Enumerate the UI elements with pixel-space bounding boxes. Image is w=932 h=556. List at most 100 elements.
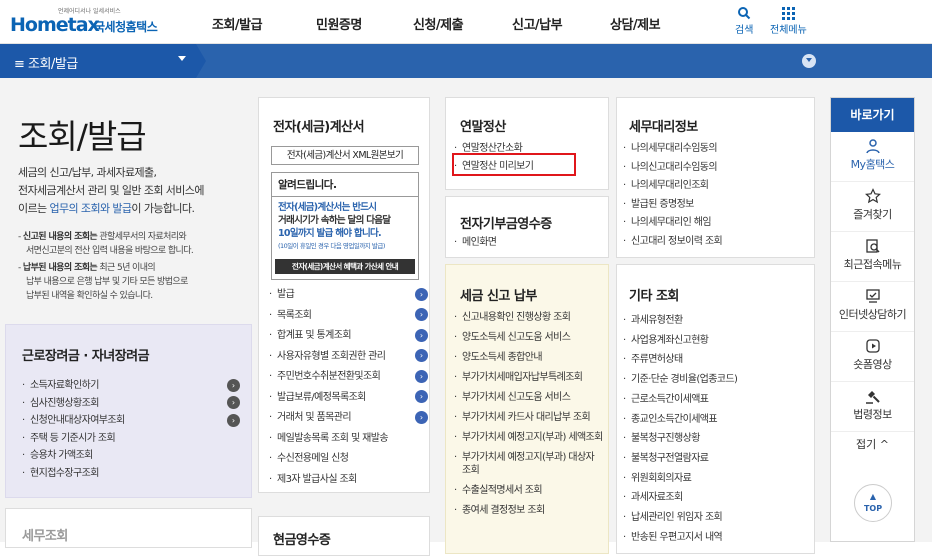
arrow-right-icon[interactable]: › (415, 390, 428, 403)
quick-shorts-video[interactable]: 숏폼영상 (831, 338, 914, 382)
earned-income-list: 소득자료확인하기 심사진행상황조회 신청안내대상자여부조회 주택 등 기준시가 … (20, 377, 125, 482)
list-item[interactable]: 현지접수장구조회 (20, 465, 125, 483)
list-item[interactable]: 사용자유형별 조회권한 관리 (267, 347, 427, 368)
gnb-apply[interactable]: 신청/제출 (413, 14, 464, 33)
person-icon (865, 139, 880, 154)
list-item[interactable]: 사업용계좌신고현황 (621, 331, 737, 351)
list-item[interactable]: 주류면허상태 (621, 350, 737, 370)
list-item[interactable]: 납세관리인 위임자 조회 (621, 508, 737, 528)
expand-toggle-icon[interactable] (802, 54, 816, 68)
list-item[interactable]: 신청안내대상자여부조회 (20, 412, 125, 430)
list-item[interactable]: 승용차 가액조회 (20, 447, 125, 465)
tax-agent-list: 나의세무대리수임동의 나의신고대리수임동의 나의세무대리인조회 발급된 증명정보… (621, 140, 723, 252)
list-item[interactable]: 과세자료조회 (621, 488, 737, 508)
quick-recent-menu[interactable]: 최근접속메뉴 (831, 238, 914, 282)
list-item[interactable]: 목록조회 (267, 306, 427, 327)
list-item[interactable]: 부가가치세 신고도움 서비스 (452, 391, 604, 404)
all-menu-label: 전체메뉴 (770, 25, 807, 36)
arrow-right-icon[interactable]: › (227, 414, 240, 427)
arrow-right-icon[interactable]: › (415, 288, 428, 301)
quick-my-hometax[interactable]: My홈택스 (831, 138, 914, 182)
list-item[interactable]: 반송된 우편고지서 내역 (621, 528, 737, 548)
list-item[interactable]: 나의세무대리인조회 (621, 177, 722, 196)
logo-korean: 국세청홈택스 (94, 20, 158, 34)
list-item[interactable]: 발급보류/예정목록조회 (267, 388, 427, 409)
penalty-guide-banner[interactable]: 전자(세금)계산서 혜택과 가산세 안내 (275, 259, 415, 274)
donation-title: 전자기부금영수증 (460, 217, 552, 232)
list-item[interactable]: 메일발송목록 조회 및 재발송 (267, 429, 427, 450)
list-item[interactable]: 종교인소득간이세액표 (621, 410, 737, 430)
tax-report-title: 세금 신고 납부 (460, 289, 537, 304)
donation-list: 메인화면 (452, 235, 497, 251)
list-item[interactable]: 수출실적명세서 조회 (452, 484, 604, 497)
list-item[interactable]: 주택 등 기준시가 조회 (20, 430, 125, 448)
other-inquiry-title: 기타 조회 (629, 289, 679, 304)
list-item[interactable]: 주민번호수취분전환및조회 (267, 367, 427, 388)
list-item[interactable]: 거래처 및 품목관리 (267, 408, 427, 429)
list-item[interactable]: 불복청구전열람자료 (621, 449, 737, 469)
list-item[interactable]: 종여세 결정정보 조회 (452, 504, 604, 517)
list-item[interactable]: 부가가치세 예정고지(부과) 대상자 조회 (452, 451, 604, 477)
gnb-certificate[interactable]: 민원증명 (316, 14, 362, 33)
list-item[interactable]: 소득자료확인하기 (20, 377, 125, 395)
star-icon (864, 188, 881, 204)
arrow-up-icon: ▲ (869, 492, 877, 501)
list-item[interactable]: 근로소득간이세액표 (621, 390, 737, 410)
location-dropdown[interactable]: ≡ 조회/발급 (0, 44, 196, 78)
hometax-logo[interactable]: 언제어디서나 일세서비스 Hometax 국세청홈택스 (10, 6, 160, 38)
list-item[interactable]: 부가가치세매입자납부특례조회 (452, 371, 604, 384)
xml-view-button[interactable]: 전자(세금)계산서 XML원본보기 (271, 146, 419, 165)
quick-favorites[interactable]: 즐겨찾기 (831, 188, 914, 232)
list-item[interactable]: 부가가치세 예정고지(부과) 세액조회 (452, 431, 604, 444)
list-item[interactable]: 수신전용메일 신청 (267, 449, 427, 470)
list-item[interactable]: 불복청구진행상황 (621, 429, 737, 449)
arrow-right-icon[interactable]: › (415, 329, 428, 342)
gnb-report-pay[interactable]: 신고/납부 (512, 14, 563, 33)
grid-menu-icon (782, 7, 796, 20)
scroll-top-button[interactable]: ▲ TOP (854, 484, 892, 522)
gnb-consult[interactable]: 상담/제보 (610, 14, 661, 33)
quick-law-info[interactable]: 법령정보 (831, 388, 914, 432)
list-item[interactable]: 양도소득세 신고도움 서비스 (452, 331, 604, 344)
list-item[interactable]: 양도소득세 종합안내 (452, 351, 604, 364)
all-menu-button[interactable]: 전체메뉴 (770, 6, 807, 36)
caret-down-icon (178, 56, 186, 61)
arrow-right-icon[interactable]: › (415, 308, 428, 321)
search-label: 검색 (735, 25, 754, 36)
e-invoice-title: 전자(세금)계산서 (273, 120, 365, 135)
list-item[interactable]: 나의세무대리수임동의 (621, 140, 722, 159)
list-item[interactable]: 과세유형전환 (621, 311, 737, 331)
arrow-right-icon[interactable]: › (227, 379, 240, 392)
arrow-right-icon[interactable]: › (227, 396, 240, 409)
list-item[interactable]: 합계표 및 통계조회 (267, 326, 427, 347)
notice-small: (10일이 휴일인 경우 다음 영업일까지 발급) (278, 242, 385, 250)
bar-arrow-shape (196, 44, 206, 78)
tax-agent-title: 세무대리정보 (629, 120, 698, 135)
arrow-right-icon[interactable]: › (415, 370, 428, 383)
list-item[interactable]: 신고내용확인 진행상황 조회 (452, 311, 604, 324)
arrow-right-icon[interactable]: › (415, 349, 428, 362)
list-item[interactable]: 나의세무대리인 해임 (621, 214, 722, 233)
list-item[interactable]: 발급 (267, 285, 427, 306)
chevron-up-icon: ^ (876, 438, 889, 451)
other-inquiry-card: 기타 조회 과세유형전환 사업용계좌신고현황 주류면허상태 기준·단순 경비율(… (616, 264, 815, 554)
list-item[interactable]: 발급된 증명정보 (621, 196, 722, 215)
donation-card: 전자기부금영수증 메인화면 (445, 196, 609, 258)
quick-online-consult[interactable]: 인터넷상담하기 (831, 288, 914, 332)
notice-title: 알려드립니다. (272, 173, 418, 197)
arrow-right-icon[interactable]: › (415, 411, 428, 424)
list-item[interactable]: 위원회회의자료 (621, 469, 737, 489)
gnb-inquiry[interactable]: 조회/발급 (212, 14, 263, 33)
intro-section: 조회/발급 세금의 신고/납부, 과세자료제출, 전자세금계산서 관리 및 일반… (0, 78, 255, 318)
tax-report-card: 세금 신고 납부 신고내용확인 진행상황 조회 양도소득세 신고도움 서비스 양… (445, 264, 609, 554)
list-item[interactable]: 기준·단순 경비율(업종코드) (621, 370, 738, 390)
search-button[interactable]: 검색 (735, 6, 753, 36)
list-item[interactable]: 제3자 발급사실 조회 (267, 470, 427, 491)
list-item[interactable]: 심사진행상황조회 (20, 395, 125, 413)
list-item[interactable]: 메인화면 (452, 235, 497, 251)
list-item[interactable]: 부가가치세 카드사 대리납부 조회 (452, 411, 604, 424)
fold-button[interactable]: 접기 ^ (831, 432, 914, 458)
list-item[interactable]: 나의신고대리수임동의 (621, 159, 722, 178)
list-item[interactable]: 신고대리 정보이력 조회 (621, 233, 723, 252)
cash-receipt-card: 현금영수증 (258, 516, 430, 556)
